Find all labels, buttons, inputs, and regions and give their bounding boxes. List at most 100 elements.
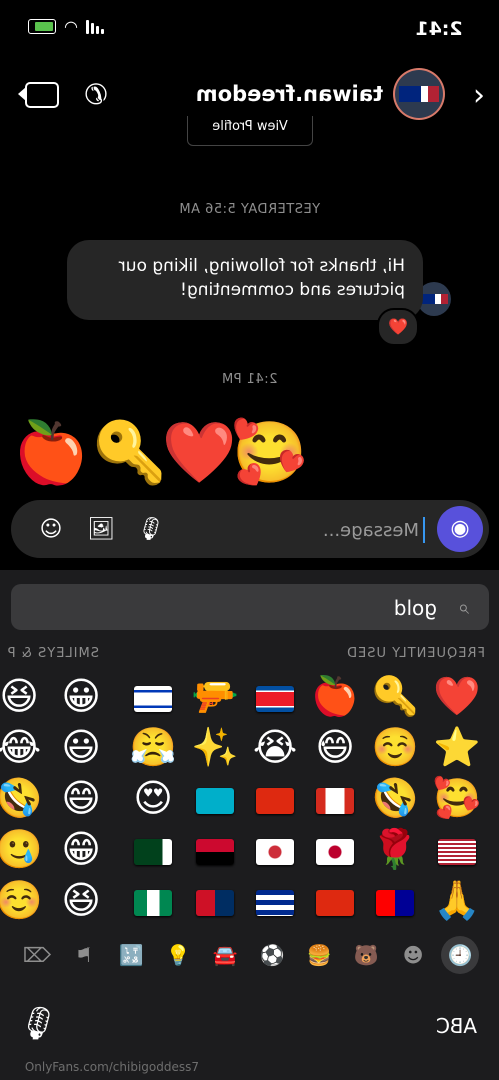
emoji-key[interactable]: ☺️ [0,874,47,926]
emoji-key[interactable] [125,670,181,722]
abc-key[interactable]: ABC [436,1014,477,1038]
flag-emoji [196,787,234,814]
signal-icon [85,19,104,34]
flag-emoji [376,889,414,916]
emoji-key[interactable] [247,772,303,824]
emoji-key[interactable] [247,670,303,722]
dictation-mic-icon[interactable]: 🎙 [18,1004,59,1042]
food-icon[interactable]: 🍔 [300,936,338,974]
sent-emoji-message[interactable]: 🍎 🔑 ❤️ 🥰 [0,418,499,488]
recent-icon[interactable]: 🕒 [441,936,479,974]
username-title[interactable]: taiwan.freedom [196,82,383,106]
phone-icon[interactable]: ✆ [81,78,111,111]
flag-emoji [134,838,172,865]
emoji-key[interactable]: 😆 [0,670,47,722]
back-button[interactable]: ‹ [461,78,485,114]
flag-emoji [196,838,234,865]
flag-icon [399,86,421,102]
sticker-icon[interactable]: ☺ [33,512,69,548]
search-icon: ⌕ [457,595,469,619]
apple-emoji: 🍎 [14,418,89,488]
emoji-key[interactable]: 🥰 [429,772,485,824]
emoji-key[interactable]: 😍 [125,772,181,824]
emoji-key[interactable]: 🤣 [0,772,47,824]
flag-icon [421,294,435,304]
emoji-key[interactable]: 😅 [307,721,363,773]
emoji-key[interactable]: 🌹 [367,823,423,875]
flag-emoji [316,889,354,916]
emoji-search-text[interactable]: gold [394,596,437,620]
emoji-key[interactable] [187,823,243,875]
emoji-key[interactable] [247,874,303,926]
emoji-key[interactable] [307,874,363,926]
emoji-key[interactable]: ❤️ [429,670,485,722]
emoji-key[interactable]: 🥲 [0,823,47,875]
emoji-category-tabs: 🕒 ☻ 🐻 🍔 ⚽ 🚘 💡 🔣 ⚑ ⌫ [0,936,499,976]
wifi-icon: ◠ [64,16,78,36]
view-profile-button[interactable]: View Profile [187,116,313,146]
battery-icon [28,19,56,34]
flag-emoji [316,838,354,865]
emoji-key[interactable]: 😁 [53,823,109,875]
animals-icon[interactable]: 🐻 [347,936,385,974]
flag-emoji [134,685,172,712]
delete-icon[interactable]: ⌫ [18,936,56,974]
heart-reaction[interactable]: ❤️ [377,308,419,346]
category-label: FREQUENTLY USED [346,646,485,661]
flags-icon[interactable]: ⚑ [65,936,103,974]
heart-emoji: ❤️ [162,418,237,488]
emoji-key[interactable]: 😄 [53,772,109,824]
timestamp: YESTERDAY 5:56 AM [178,202,321,217]
flag-emoji [256,787,294,814]
emoji-key[interactable]: 😃 [53,721,109,773]
message-input[interactable] [239,517,425,543]
status-icons: ◠ [28,16,104,36]
flag-emoji [256,838,294,865]
emoji-key[interactable] [429,823,485,875]
activity-icon[interactable]: ⚽ [253,936,291,974]
emoji-key[interactable] [187,874,243,926]
travel-icon[interactable]: 🚘 [206,936,244,974]
emoji-key[interactable]: 😭 [247,721,303,773]
emoji-key[interactable]: 🤣 [367,772,423,824]
symbols-icon[interactable]: 🔣 [112,936,150,974]
emoji-key[interactable] [187,772,243,824]
emoji-key[interactable]: ☺️ [367,721,423,773]
flag-emoji [134,889,172,916]
category-label: SMILEYS & P [6,646,99,661]
emoji-key[interactable]: 😤 [125,721,181,773]
objects-icon[interactable]: 💡 [159,936,197,974]
microphone-icon[interactable]: 🎙 [133,512,169,548]
received-message[interactable]: Hi, thanks for following, liking our pic… [67,240,423,320]
gallery-icon[interactable]: 🖼 [83,512,119,548]
emoji-key[interactable]: 🔑 [367,670,423,722]
emoji-key[interactable] [125,874,181,926]
emoji-key[interactable]: 😀 [53,670,109,722]
watermark: OnlyFans.com/chibigoddess7 [24,1060,199,1074]
emoji-key[interactable]: 🍎 [307,670,363,722]
status-time: 2:41 [415,18,463,40]
emoji-key[interactable]: 😆 [53,874,109,926]
camera-icon[interactable]: ◉ [437,506,483,552]
video-call-icon[interactable] [25,82,59,108]
flag-emoji [438,838,476,865]
flag-emoji [256,685,294,712]
emoji-key[interactable]: 🔫 [187,670,243,722]
smiling-hearts-emoji: 🥰 [232,418,307,488]
emoji-key[interactable] [125,823,181,875]
emoji-key[interactable]: ✨ [187,721,243,773]
flag-icon [434,294,448,304]
emoji-key[interactable] [307,772,363,824]
emoji-key[interactable] [307,823,363,875]
flag-emoji [196,889,234,916]
profile-avatar[interactable] [395,70,443,118]
emoji-key[interactable]: 🙏 [429,874,485,926]
flag-emoji [316,787,354,814]
smileys-icon[interactable]: ☻ [394,936,432,974]
timestamp: 2:41 PM [221,372,278,387]
emoji-key[interactable] [247,823,303,875]
emoji-key[interactable] [367,874,423,926]
emoji-key[interactable]: ⭐ [429,721,485,773]
emoji-key[interactable]: 😂 [0,721,47,773]
key-emoji: 🔑 [92,418,167,488]
